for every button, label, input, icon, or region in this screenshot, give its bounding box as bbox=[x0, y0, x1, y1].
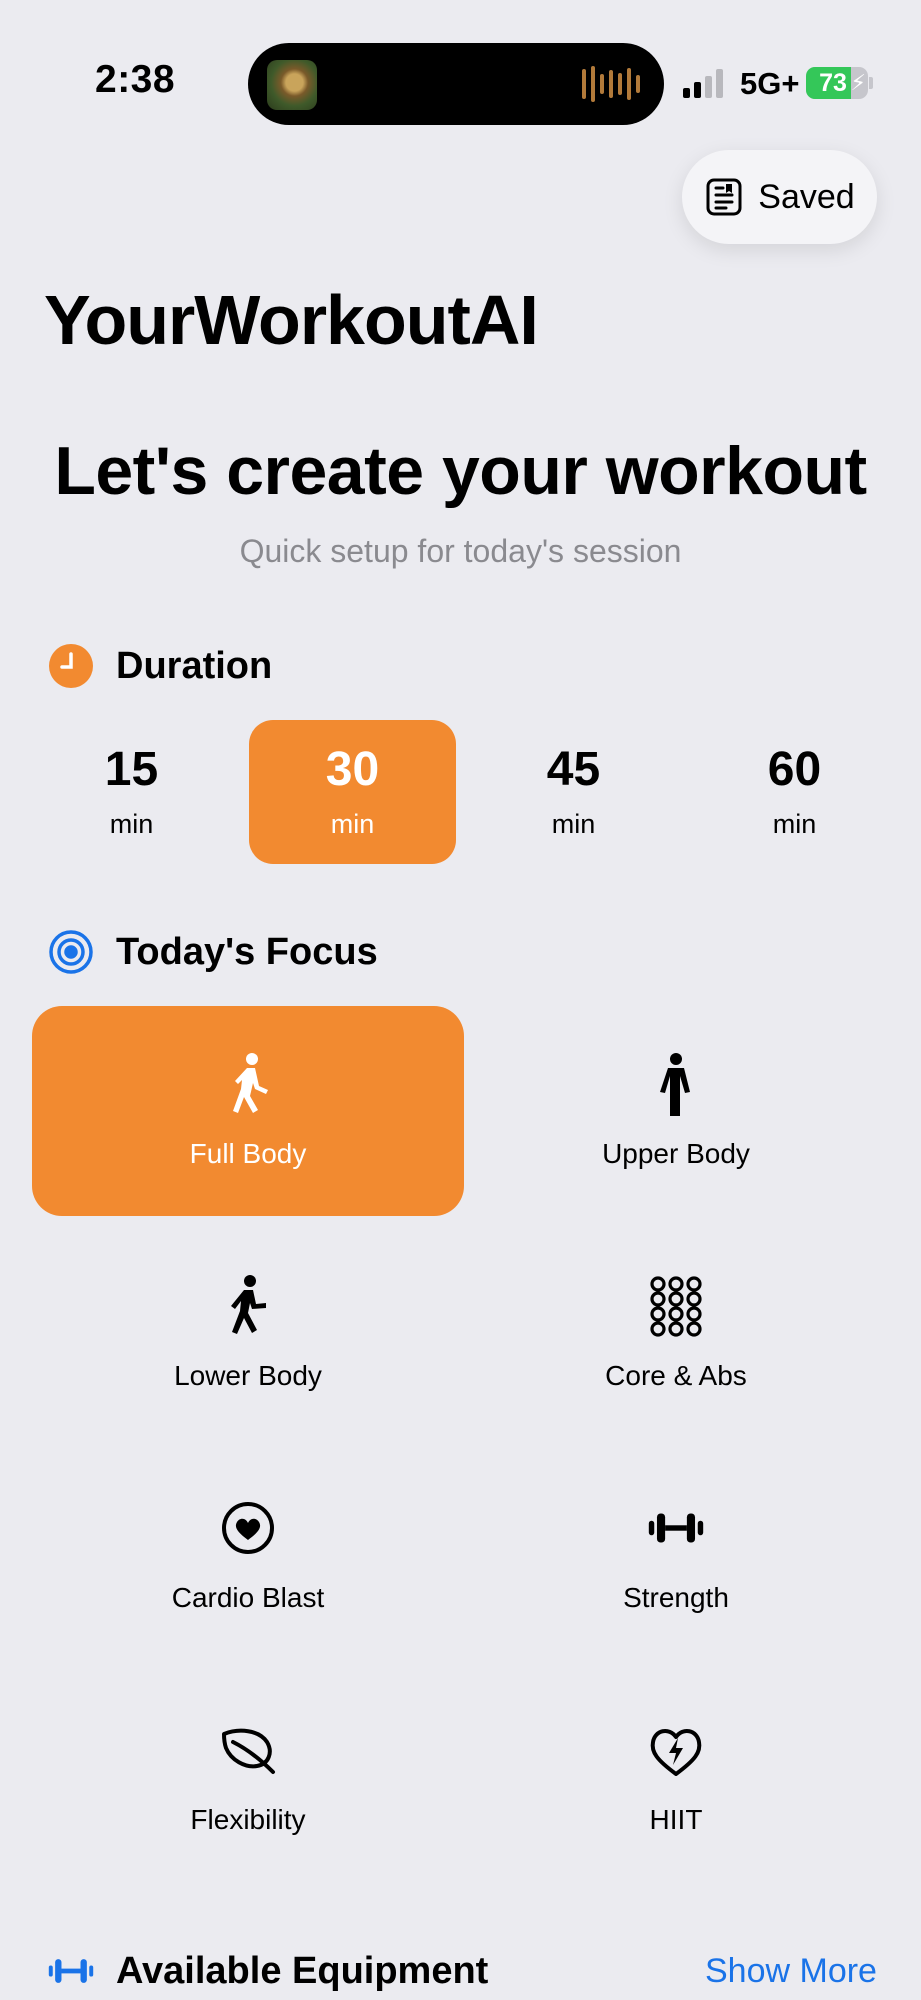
battery-icon: 73 ⚡ bbox=[806, 67, 868, 99]
grid-dots-icon bbox=[650, 1276, 702, 1337]
focus-option-upper-body[interactable]: Upper Body bbox=[464, 1006, 888, 1216]
now-playing-artwork bbox=[267, 60, 317, 110]
clock-icon bbox=[49, 644, 93, 688]
dumbbell-icon bbox=[48, 1959, 94, 1983]
equipment-section-header: Available Equipment bbox=[48, 1948, 488, 1994]
duration-option-45[interactable]: 45 min bbox=[470, 720, 677, 864]
focus-label: Strength bbox=[623, 1582, 729, 1613]
focus-label: Flexibility bbox=[190, 1804, 306, 1835]
audio-waveform-icon bbox=[582, 65, 640, 103]
saved-button-label: Saved bbox=[758, 177, 855, 216]
duration-unit: min bbox=[551, 808, 596, 839]
cellular-signal-icon bbox=[683, 68, 723, 98]
focus-title: Today's Focus bbox=[116, 930, 378, 973]
focus-option-lower-body[interactable]: Lower Body bbox=[32, 1228, 464, 1438]
focus-label: Cardio Blast bbox=[171, 1582, 325, 1613]
focus-option-flexibility[interactable]: Flexibility bbox=[32, 1672, 464, 1882]
page-subheadline: Quick setup for today's session bbox=[239, 533, 682, 569]
duration-option-60[interactable]: 60 min bbox=[691, 720, 898, 864]
charging-bolt-icon: ⚡ bbox=[850, 70, 866, 95]
focus-option-hiit[interactable]: HIIT bbox=[464, 1672, 888, 1882]
figure-run-icon bbox=[231, 1275, 266, 1334]
equipment-title: Available Equipment bbox=[116, 1949, 489, 1992]
duration-option-15[interactable]: 15 min bbox=[28, 720, 235, 864]
focus-option-core-abs[interactable]: Core & Abs bbox=[464, 1228, 888, 1438]
figure-stand-icon bbox=[660, 1053, 690, 1116]
dumbbell-icon bbox=[648, 1513, 704, 1543]
status-time: 2:38 bbox=[95, 58, 176, 101]
focus-option-full-body[interactable]: Full Body bbox=[32, 1006, 464, 1216]
network-type: 5G+ bbox=[740, 66, 800, 101]
duration-unit: min bbox=[330, 808, 375, 839]
focus-label: Upper Body bbox=[602, 1138, 750, 1169]
focus-section-header: Today's Focus bbox=[48, 929, 378, 975]
focus-label: Full Body bbox=[189, 1138, 307, 1169]
duration-option-30[interactable]: 30 min bbox=[249, 720, 456, 864]
duration-section-header: Duration bbox=[48, 643, 272, 689]
focus-option-strength[interactable]: Strength bbox=[464, 1450, 888, 1660]
duration-unit: min bbox=[772, 808, 817, 839]
figure-walk-icon bbox=[233, 1053, 268, 1113]
focus-label: Lower Body bbox=[174, 1360, 322, 1391]
saved-list-icon bbox=[706, 178, 742, 216]
duration-value: 30 bbox=[325, 743, 380, 797]
duration-value: 15 bbox=[104, 743, 159, 797]
duration-value: 45 bbox=[546, 743, 601, 797]
target-icon bbox=[49, 930, 93, 974]
duration-value: 60 bbox=[767, 743, 822, 797]
duration-unit: min bbox=[109, 808, 154, 839]
heart-bolt-icon bbox=[650, 1729, 702, 1776]
duration-options: 15 min 30 min 45 min 60 min bbox=[28, 720, 898, 864]
dynamic-island[interactable] bbox=[248, 43, 664, 125]
show-more-link[interactable]: Show More bbox=[705, 1952, 877, 1991]
focus-option-cardio-blast[interactable]: Cardio Blast bbox=[32, 1450, 464, 1660]
focus-label: Core & Abs bbox=[605, 1360, 747, 1391]
app-title: YourWorkoutAI bbox=[44, 281, 539, 359]
heart-circle-icon bbox=[222, 1502, 274, 1554]
page-headline: Let's create your workout bbox=[54, 433, 867, 509]
saved-button[interactable]: Saved bbox=[682, 150, 877, 244]
focus-options: Full Body Upper Body Lower Body Core & A… bbox=[32, 1006, 888, 1882]
focus-label: HIIT bbox=[649, 1804, 703, 1835]
battery-nub bbox=[869, 77, 873, 89]
leaf-icon bbox=[222, 1728, 275, 1774]
duration-title: Duration bbox=[116, 644, 273, 687]
